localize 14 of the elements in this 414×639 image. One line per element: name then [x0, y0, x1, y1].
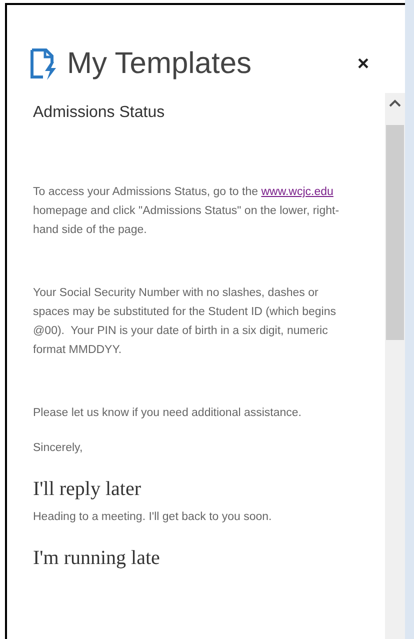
paragraph: Please let us know if you need additional assistance.: [33, 406, 302, 421]
template-title[interactable]: I'm running late: [33, 543, 355, 573]
paragraph: To access your Admissions Status, go to the www.wcjc.edu homepage and click "Admissions Status" on the lower, right-hand side of the page.: [33, 185, 340, 238]
scrollbar[interactable]: [385, 93, 405, 639]
closing-text: Sincerely,: [33, 441, 84, 456]
close-button[interactable]: ×: [357, 54, 369, 74]
scrollbar-thumb[interactable]: [386, 125, 404, 340]
template-title[interactable]: I'll reply later: [33, 474, 355, 504]
chevron-up-icon[interactable]: [389, 99, 401, 107]
template-summary: Heading to a meeting. I'll get back to you soon.: [33, 510, 273, 525]
template-title[interactable]: Admissions Status: [33, 101, 355, 125]
link[interactable]: www.wcjc.edu: [261, 186, 334, 198]
panel-title: My Templates: [67, 49, 252, 79]
paragraph: Your Social Security Number with no slashes, dashes or spaces may be substituted for the Student ID (which begins @00). Your PIN is your date of birth in a six digit, numeric format MMDDYY.: [33, 286, 337, 358]
